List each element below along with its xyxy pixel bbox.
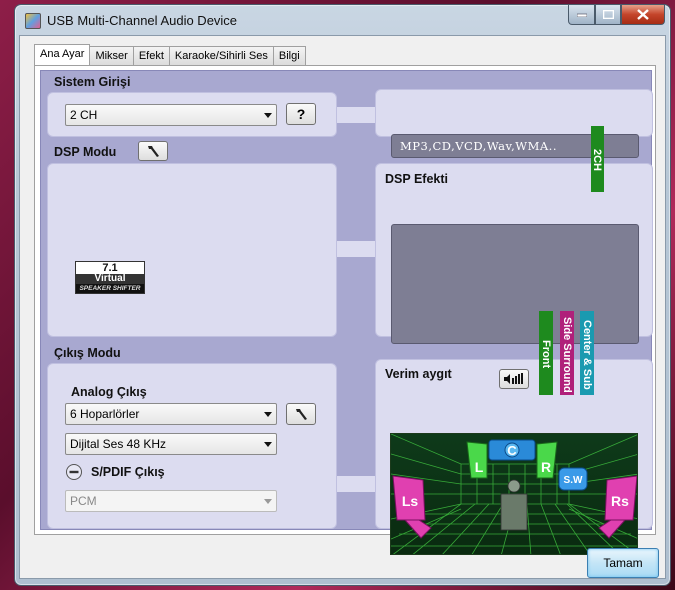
tab-ana-ayar[interactable]: Ana Ayar <box>34 44 91 65</box>
window-title: USB Multi-Channel Audio Device <box>47 13 238 28</box>
speaker-room-graphic: C L R S.W Ls Rs <box>391 434 637 554</box>
tab-efekt[interactable]: Efekt <box>132 46 170 65</box>
maximize-icon <box>602 10 614 19</box>
speaker-subwoofer-label: S.W <box>564 475 583 486</box>
help-button[interactable]: ? <box>286 103 316 125</box>
tab-bar: Ana Ayar Mikser Efekt Karaoke/Sihirli Se… <box>34 44 306 65</box>
tab-karaoke[interactable]: Karaoke/Sihirli Ses <box>168 46 274 65</box>
strip-center-sub-label: Center & Sub <box>581 319 593 390</box>
media-box-frame <box>375 89 653 137</box>
speaker-left-label: L <box>475 459 484 475</box>
dsp-mode-settings-button[interactable] <box>138 141 168 161</box>
digital-audio-select[interactable]: Dijital Ses 48 KHz <box>65 433 277 455</box>
strip-side-surround: Side Surround <box>560 311 574 395</box>
connector <box>337 241 377 257</box>
hammer-icon <box>148 146 159 157</box>
speaker-layout-display: C L R S.W Ls Rs <box>390 433 638 555</box>
title-bar[interactable]: USB Multi-Channel Audio Device <box>15 5 670 35</box>
strip-side-surround-label: Side Surround <box>561 316 573 393</box>
minus-circle-icon <box>66 464 82 480</box>
tab-page-ana-ayar: Sistem Girişi 2 CH ? MP3,CD,VCD,Wav,WMA.… <box>34 65 656 555</box>
volume-bars-icon <box>504 373 523 384</box>
spdif-format-value: PCM <box>70 494 97 508</box>
speaker-test-button[interactable] <box>499 369 529 389</box>
strip-front: Front <box>539 311 553 395</box>
maximize-button[interactable] <box>595 5 621 25</box>
analog-settings-button[interactable] <box>286 403 316 425</box>
app-icon <box>25 13 41 29</box>
spdif-format-select[interactable]: PCM <box>65 490 277 512</box>
dsp-effect-display <box>391 224 639 344</box>
speaker-left-surround-label: Ls <box>402 493 419 509</box>
badge-line2: Virtual <box>76 274 144 284</box>
digital-audio-value: Dijital Ses 48 KHz <box>70 437 167 451</box>
chevron-down-icon <box>264 113 272 118</box>
chevron-down-icon <box>264 412 272 417</box>
analog-output-value: 6 Hoparlörler <box>70 407 140 421</box>
close-button[interactable] <box>621 5 665 25</box>
chevron-down-icon <box>264 442 272 447</box>
device-label: Verim aygıt <box>385 367 452 381</box>
app-window: USB Multi-Channel Audio Device Ana Ayar … <box>14 4 671 586</box>
output-mode-label: Çıkış Modu <box>54 346 121 360</box>
virtual-speaker-shifter-logo[interactable]: 7.1 Virtual SPEAKER SHIFTER <box>75 261 145 294</box>
spdif-output-label: S/PDIF Çıkış <box>91 465 165 479</box>
tab-mikser[interactable]: Mikser <box>89 46 134 65</box>
minimize-icon <box>576 13 587 17</box>
system-input-label: Sistem Girişi <box>54 75 131 89</box>
analog-output-label: Analog Çıkış <box>71 385 147 399</box>
hammer-icon <box>296 409 307 420</box>
client-area: Ana Ayar Mikser Efekt Karaoke/Sihirli Se… <box>19 35 666 579</box>
tab-bilgi[interactable]: Bilgi <box>272 46 306 65</box>
speaker-center-label: C <box>507 443 517 458</box>
spdif-toggle-button[interactable] <box>65 463 83 481</box>
badge-line3: SPEAKER SHIFTER <box>76 284 144 293</box>
dsp-effect-label: DSP Efekti <box>385 172 448 186</box>
system-input-select[interactable]: 2 CH <box>65 104 277 126</box>
minimize-button[interactable] <box>568 5 595 25</box>
ok-button[interactable]: Tamam <box>587 548 659 578</box>
dsp-mode-label: DSP Modu <box>54 145 117 159</box>
strip-2ch-label: 2CH <box>591 149 603 172</box>
strip-2ch: 2CH <box>591 126 604 192</box>
window-controls <box>568 5 665 25</box>
connector <box>337 476 377 492</box>
dsp-mode-box <box>47 163 337 337</box>
connector <box>337 107 377 123</box>
speaker-right-surround-label: Rs <box>611 493 629 509</box>
close-icon <box>637 9 649 20</box>
speaker-right-label: R <box>541 459 551 475</box>
strip-front-label: Front <box>540 340 552 369</box>
system-input-value: 2 CH <box>70 108 98 122</box>
analog-output-select[interactable]: 6 Hoparlörler <box>65 403 277 425</box>
chevron-down-icon <box>264 499 272 504</box>
strip-center-sub: Center & Sub <box>580 311 594 395</box>
